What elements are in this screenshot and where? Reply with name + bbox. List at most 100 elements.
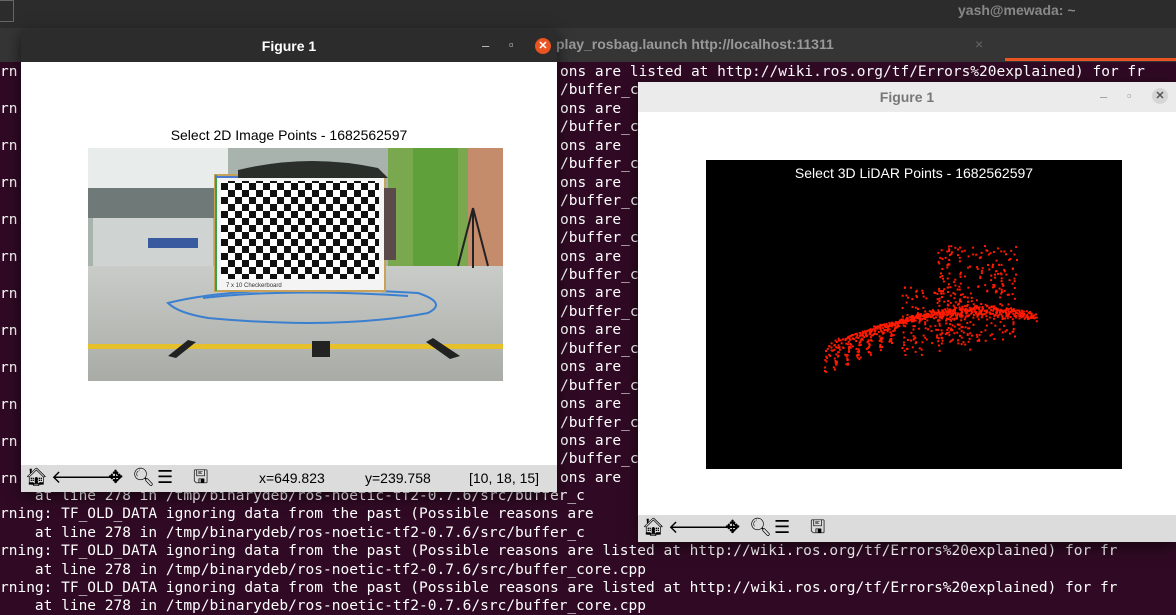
lidar-point bbox=[1013, 280, 1016, 283]
lidar-point bbox=[875, 333, 878, 336]
lidar-point bbox=[834, 339, 837, 342]
lidar-point bbox=[986, 290, 989, 293]
lidar-point bbox=[937, 337, 940, 340]
lidar-point bbox=[987, 264, 989, 266]
lidar-point bbox=[959, 282, 962, 285]
terminal-line-fragment: rn bbox=[0, 249, 18, 265]
lidar-point bbox=[923, 314, 926, 317]
terminal-line-fragment: rn bbox=[0, 323, 18, 339]
lidar-point bbox=[1004, 310, 1007, 313]
lidar-point bbox=[1012, 323, 1015, 326]
save-icon[interactable]: 🖫 bbox=[193, 468, 208, 488]
lidar-point bbox=[1000, 250, 1003, 253]
lidar-point bbox=[880, 336, 883, 339]
lidar-point bbox=[847, 343, 850, 346]
terminal-line-fragment: ons are bbox=[560, 211, 622, 228]
terminal-tab[interactable]: play_rosbag.launch http://localhost:1131… bbox=[556, 36, 834, 52]
lidar-point bbox=[960, 316, 963, 319]
lidar-point bbox=[961, 305, 964, 308]
camera-image[interactable]: 7 x 10 Checkerboard bbox=[88, 148, 503, 381]
lidar-plot[interactable]: Select 3D LiDAR Points - 1682562597 bbox=[706, 160, 1122, 469]
lidar-point bbox=[956, 288, 959, 291]
pan-icon[interactable]: ✥ bbox=[725, 518, 740, 538]
lidar-point bbox=[948, 259, 951, 261]
lidar-point bbox=[1025, 310, 1028, 313]
lidar-point bbox=[826, 347, 829, 350]
lidar-point bbox=[889, 331, 892, 334]
lidar-point bbox=[962, 331, 965, 334]
lidar-point bbox=[941, 310, 944, 313]
lidar-point bbox=[957, 254, 959, 257]
terminal-line: at line 278 in /tmp/binarydeb/ros-noetic… bbox=[0, 561, 647, 578]
lidar-point bbox=[914, 306, 917, 309]
terminal-line-fragment: rn bbox=[0, 360, 18, 376]
matplotlib-toolbar: 🏠︎ 🡐 🡒 ✥ 🔍︎ ☰ 🖫 x=649.823 y=239.758 [10,… bbox=[21, 465, 557, 492]
maximize-icon[interactable]: ▫ bbox=[1127, 88, 1132, 103]
save-icon[interactable]: 🖫 bbox=[810, 518, 825, 538]
lidar-point bbox=[985, 249, 988, 252]
lidar-point bbox=[917, 308, 919, 310]
terminal-line-fragment: /buffer_c bbox=[560, 119, 639, 136]
lidar-point bbox=[922, 295, 925, 298]
configure-subplots-icon[interactable]: ☰ bbox=[774, 518, 790, 538]
lidar-point bbox=[941, 268, 944, 270]
window-titlebar[interactable]: Figure 1 – ▫ ✕ bbox=[638, 82, 1176, 112]
lidar-point bbox=[975, 333, 978, 336]
pixel-value: [10, 18, 15] bbox=[469, 470, 540, 486]
home-icon[interactable]: 🏠︎ bbox=[25, 468, 48, 488]
terminal-line: at line 278 in /tmp/binarydeb/ros-noetic… bbox=[0, 598, 647, 615]
lidar-point bbox=[912, 325, 915, 328]
maximize-icon[interactable]: ▫ bbox=[509, 37, 514, 52]
lidar-point bbox=[957, 302, 960, 305]
home-icon[interactable]: 🏠︎ bbox=[642, 518, 665, 538]
lidar-point bbox=[995, 312, 998, 315]
lidar-point bbox=[929, 325, 932, 328]
lidar-point bbox=[1001, 290, 1003, 293]
tab-close-icon[interactable]: × bbox=[975, 36, 983, 52]
configure-subplots-icon[interactable]: ☰ bbox=[157, 468, 173, 488]
lidar-point bbox=[909, 316, 912, 318]
lidar-point bbox=[946, 277, 949, 280]
lidar-point bbox=[975, 311, 978, 314]
lidar-point bbox=[995, 259, 998, 262]
lidar-point bbox=[877, 331, 880, 333]
terminal-line-fragment: ons are listed at http://wiki.ros.org/tf… bbox=[560, 64, 1145, 80]
window-titlebar[interactable]: Figure 1 – ▫ ✕ bbox=[21, 30, 557, 62]
lidar-point bbox=[867, 339, 870, 342]
lidar-point bbox=[947, 291, 949, 293]
lidar-point bbox=[958, 288, 961, 291]
lidar-point bbox=[1023, 317, 1026, 320]
lidar-point bbox=[967, 327, 970, 330]
lidar-point bbox=[887, 325, 890, 328]
lidar-point bbox=[967, 314, 970, 317]
minimize-icon[interactable]: – bbox=[1100, 89, 1107, 104]
terminal-line-fragment: /buffer_c bbox=[560, 414, 639, 431]
lidar-point bbox=[1002, 311, 1005, 314]
zoom-icon[interactable]: 🔍︎ bbox=[749, 518, 772, 538]
terminal-line-fragment: /buffer_c bbox=[560, 451, 639, 468]
lidar-point bbox=[966, 296, 969, 299]
lidar-point bbox=[971, 334, 973, 337]
lidar-point bbox=[921, 292, 924, 295]
lidar-point bbox=[972, 316, 975, 319]
cursor-x: x=649.823 bbox=[259, 470, 325, 486]
pan-icon[interactable]: ✥ bbox=[108, 468, 123, 488]
lidar-point bbox=[941, 337, 944, 340]
lidar-point bbox=[1003, 289, 1006, 292]
lidar-point bbox=[924, 323, 927, 326]
lidar-point bbox=[963, 249, 966, 252]
lidar-point bbox=[955, 317, 958, 320]
lidar-point bbox=[947, 300, 950, 302]
lidar-point bbox=[936, 298, 939, 301]
close-icon[interactable]: ✕ bbox=[1152, 88, 1168, 104]
close-icon[interactable]: ✕ bbox=[535, 38, 551, 54]
minimize-icon[interactable]: – bbox=[482, 38, 489, 53]
lidar-point bbox=[901, 347, 904, 350]
lidar-point bbox=[961, 293, 964, 296]
lidar-point bbox=[922, 334, 925, 337]
lidar-point bbox=[955, 314, 958, 317]
zoom-icon[interactable]: 🔍︎ bbox=[132, 468, 155, 488]
lidar-point bbox=[988, 307, 991, 310]
lidar-point bbox=[960, 319, 963, 322]
lidar-point bbox=[1013, 277, 1016, 280]
